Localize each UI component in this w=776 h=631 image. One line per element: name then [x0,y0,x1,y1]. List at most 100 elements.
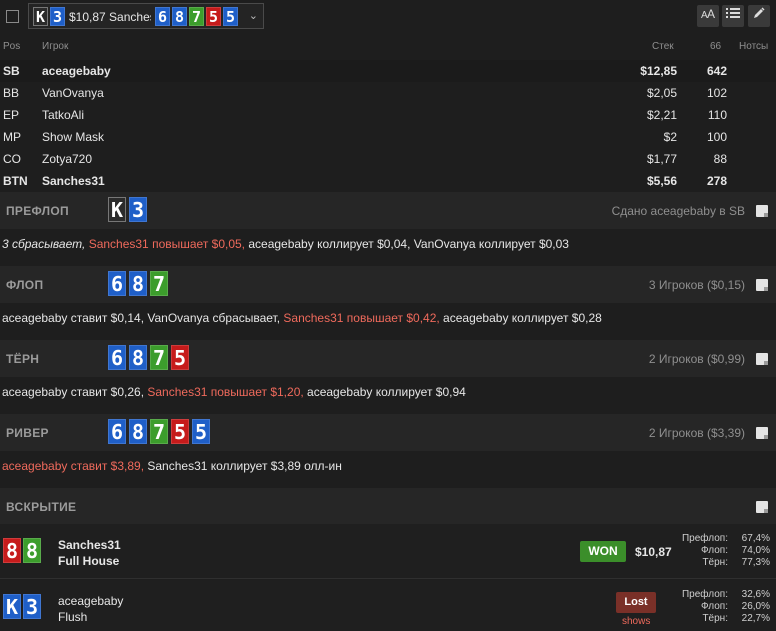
street-name: ТЁРН [6,352,40,366]
playing-card: 5 [192,419,210,444]
playing-card: 7 [189,7,204,26]
player-pos: BTN [3,174,28,188]
equity-label: Префлоп: [681,589,728,600]
equity-label: Тёрн: [702,557,728,568]
select-checkbox[interactable] [6,10,19,23]
playing-card: 8 [23,538,41,563]
street-actions: 3 сбрасывает, Sanches31 повышает $0,05, … [2,237,772,251]
player-row[interactable]: CO Zotya720 $1,77 88 [0,148,776,170]
player-name: aceagebaby [58,594,124,608]
player-name: VanOvanya [42,86,104,100]
note-icon[interactable] [756,353,768,365]
street-cards: К3 [108,197,147,222]
street-name: ФЛОП [6,278,44,292]
player-row[interactable]: BB VanOvanya $2,05 102 [0,82,776,104]
street-cards: 6875 [108,345,189,370]
street-name: ВСКРЫТИЕ [6,500,77,514]
player-stack: $12,85 [640,64,677,78]
lost-badge: Lost [616,592,656,613]
playing-card: 5 [206,7,221,26]
playing-card: К [33,7,48,26]
player-row[interactable]: SB aceagebaby $12,85 642 [0,60,776,82]
playing-card: 8 [129,271,147,296]
hero-cards: К3 [33,7,65,26]
player-name: Sanches31 [58,538,121,552]
playing-card: 5 [171,345,189,370]
action-text: aceagebaby ставит $0,26, [2,385,148,399]
playing-card: К [3,594,21,619]
player-stack: $5,56 [646,174,677,188]
street-cards: 687 [108,271,168,296]
hand-title: $10,87 Sanches31 [69,10,151,24]
board-cards: 68755 [155,7,238,26]
player-pos: CO [3,152,21,166]
playing-card: 3 [50,7,65,26]
player-stack: $2,21 [646,108,677,122]
header-notes: Нотсы [739,41,769,52]
equity-value: 77,3% [741,557,770,568]
player-pos: BB [3,86,20,100]
note-icon[interactable] [756,279,768,291]
action-raise: Sanches31 повышает $0,05, [88,237,249,251]
note-icon[interactable] [756,501,768,513]
player-row[interactable]: MP Show Mask $2 100 [0,126,776,148]
street-name: ПРЕФЛОП [6,204,69,218]
showdown-loser-row: К3 aceagebaby Flush Lost shows Префлоп: 3… [0,580,776,631]
playing-card: 3 [23,594,41,619]
action-raise: Sanches31 повышает $1,20, [147,385,308,399]
playing-card: 7 [150,345,168,370]
street-info: 2 Игроков ($0,99) [648,352,745,366]
equity-value: 74,0% [741,545,770,556]
header-hands: 66 [710,41,722,52]
street-info: 3 Игроков ($0,15) [648,278,745,292]
street-river-header: РИВЕР 68755 2 Игроков ($3,39) [0,414,776,451]
street-turn-header: ТЁРН 6875 2 Игроков ($0,99) [0,340,776,377]
action-text: aceagebaby коллирует $0,28 [443,311,602,325]
equity-label: Флоп: [701,545,728,556]
street-showdown-header: ВСКРЫТИЕ [0,488,776,525]
player-pos: MP [3,130,21,144]
list-icon[interactable] [722,5,744,27]
playing-card: 8 [172,7,187,26]
playing-card: 8 [3,538,21,563]
player-pos: SB [3,64,20,78]
equity-list: Префлоп: 67,4% Флоп: 74,0% Тёрн: 77,3% [660,533,770,569]
hand-selector-dropdown[interactable]: К3 $10,87 Sanches31 68755 ⌄ [28,3,264,29]
player-name: Zotya720 [42,152,93,166]
player-hands: 102 [706,86,727,100]
header-player: Игрок [42,41,69,52]
player-name: aceagebaby [42,64,111,78]
player-row[interactable]: BTN Sanches31 $5,56 278 [0,170,776,192]
won-badge: WON [580,541,626,562]
player-row[interactable]: EP TatkoAli $2,21 110 [0,104,776,126]
action-text: aceagebaby коллирует $0,04, VanOvanya ко… [248,237,569,251]
player-stack: $1,77 [646,152,677,166]
equity-value: 32,6% [741,589,770,600]
font-size-icon[interactable]: AA [697,5,719,27]
action-text: aceagebaby коллирует $0,94 [307,385,466,399]
chevron-down-icon: ⌄ [248,10,258,22]
action-text: 3 сбрасывает, [2,237,89,251]
player-hands: 100 [706,130,727,144]
svg-text:A: A [707,7,715,19]
street-name: РИВЕР [6,426,49,440]
note-icon[interactable] [756,427,768,439]
equity-value: 67,4% [741,533,770,544]
street-cards: 68755 [108,419,210,444]
playing-card: К [108,197,126,222]
note-icon[interactable] [756,205,768,217]
action-text: aceagebaby ставит $0,14, VanOvanya сбрас… [2,311,284,325]
pencil-icon[interactable] [748,5,770,27]
hand-rank: Full House [58,554,120,568]
player-hole-cards: 88 [3,538,41,563]
equity-label: Тёрн: [702,613,728,624]
player-name: Show Mask [42,130,105,144]
equity-label: Флоп: [701,601,728,612]
player-stack: $2,05 [646,86,677,100]
playing-card: 6 [108,345,126,370]
equity-value: 26,0% [741,601,770,612]
player-stack: $2 [663,130,677,144]
equity-label: Префлоп: [681,533,728,544]
player-hands: 642 [706,64,727,78]
street-preflop-header: ПРЕФЛОП К3 Сдано aceagebaby в SB [0,192,776,229]
